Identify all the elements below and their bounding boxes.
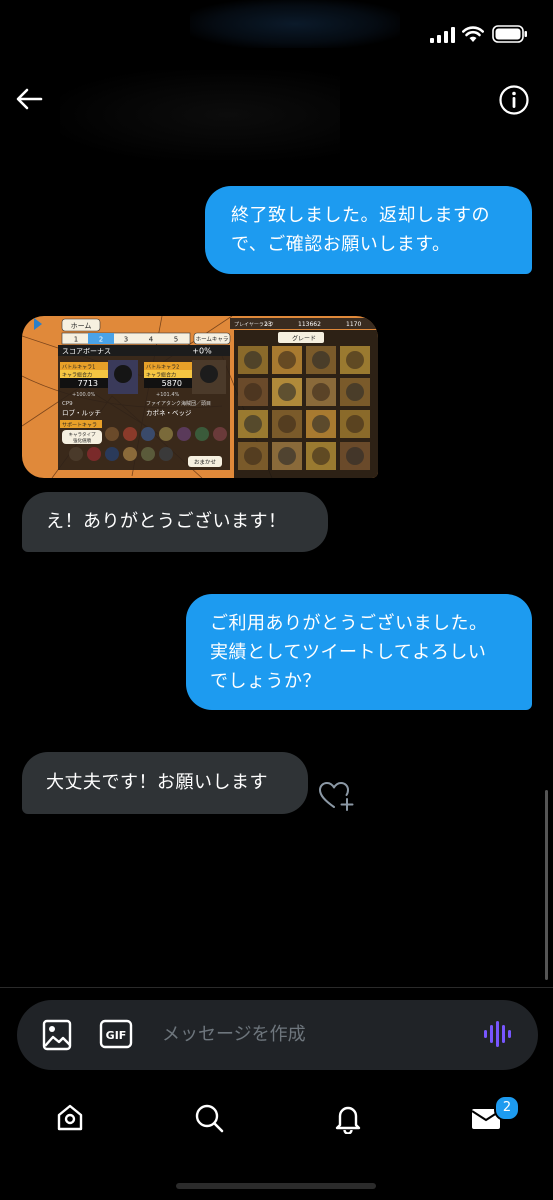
message-bubble-sent[interactable]: 終了致しました。返却しますの で、ご確認お願いします。: [205, 186, 532, 274]
svg-text:5870: 5870: [162, 379, 182, 388]
svg-text:3: 3: [124, 336, 128, 344]
message-bubble-sent[interactable]: ご利用ありがとうございました。 実績としてツイートしてよろしい でしょうか？: [186, 594, 532, 710]
status-bar-blur: [190, 0, 400, 48]
svg-text:ロブ・ルッチ: ロブ・ルッチ: [62, 408, 101, 417]
svg-text:23: 23: [264, 321, 272, 328]
image-icon[interactable]: [40, 1015, 76, 1053]
signal-icon: [430, 27, 455, 43]
heart-add-icon[interactable]: [318, 780, 356, 812]
home-icon: [57, 1104, 83, 1131]
svg-text:7713: 7713: [78, 379, 98, 388]
svg-text:113662: 113662: [298, 321, 321, 328]
scrollbar[interactable]: [545, 790, 548, 980]
tab-home[interactable]: [50, 1098, 90, 1138]
svg-text:2: 2: [99, 336, 103, 344]
conversation-header-blurred: [60, 70, 340, 160]
message-bubble-received[interactable]: 大丈夫です！お願いします: [22, 752, 308, 814]
message-bubble-received[interactable]: え！ありがとうございます！: [22, 492, 328, 552]
svg-text:バトルキャラ2: バトルキャラ2: [146, 365, 179, 371]
svg-text:+0%: +0%: [192, 347, 212, 356]
home-indicator: [176, 1183, 376, 1189]
svg-text:強化値順: 強化値順: [73, 437, 91, 444]
tab-search[interactable]: [189, 1098, 229, 1138]
info-icon: [499, 85, 529, 115]
tab-notifications[interactable]: [328, 1098, 368, 1138]
divider: [0, 987, 553, 988]
battery-icon: [492, 25, 527, 43]
gif-button[interactable]: GIF: [98, 1017, 134, 1051]
conversation-info-button[interactable]: [496, 82, 532, 118]
svg-text:4: 4: [149, 336, 154, 344]
message-image-attachment[interactable]: ホーム 1 2 3 4 5 ホームキャラ プレイヤーランク 23 113662 …: [22, 316, 378, 478]
game-auto-button: おまかせ: [194, 459, 217, 466]
message-line: え！ありがとうございます！: [46, 511, 287, 532]
svg-text:1: 1: [74, 336, 78, 344]
message-line: ご利用ありがとうございました。: [210, 613, 488, 634]
svg-text:1170: 1170: [346, 321, 361, 328]
message-line: で、ご確認お願いします。: [231, 234, 451, 255]
message-line: 大丈夫です！お願いします: [46, 772, 268, 793]
game-screenshot-image: ホーム 1 2 3 4 5 ホームキャラ プレイヤーランク 23 113662 …: [22, 316, 378, 478]
game-page-tabs: 1 2 3 4 5: [61, 332, 191, 345]
svg-text:バトルキャラ1: バトルキャラ1: [62, 365, 95, 371]
game-home-chara-button: ホームキャラ: [196, 336, 229, 343]
wifi-icon: [462, 26, 484, 42]
message-input[interactable]: [162, 1016, 462, 1052]
svg-text:スコアボーナス: スコアボーナス: [62, 348, 111, 356]
message-line: でしょうか？: [210, 671, 321, 692]
voice-wave-icon[interactable]: [482, 1018, 514, 1050]
game-tab-home: ホーム: [71, 322, 92, 330]
message-line: 実績としてツイートしてよろしい: [210, 642, 487, 663]
svg-text:5: 5: [174, 336, 178, 344]
svg-text:GIF: GIF: [106, 1029, 127, 1042]
svg-text:ファイアタンク海賊団／頭目: ファイアタンク海賊団／頭目: [146, 400, 211, 407]
svg-text:キャラタイプ: キャラタイプ: [69, 431, 96, 438]
back-arrow-icon: [16, 88, 43, 110]
search-icon: [195, 1104, 224, 1133]
svg-text:CP9: CP9: [62, 401, 73, 407]
svg-text:+101.4%: +101.4%: [156, 392, 180, 398]
svg-text:+100.0%: +100.0%: [72, 392, 96, 398]
gif-icon: GIF: [99, 1019, 133, 1049]
bell-icon: [335, 1106, 361, 1134]
message-line: 終了致しました。返却しますの: [231, 205, 490, 226]
back-button[interactable]: [10, 80, 48, 118]
svg-text:キャラ総合力: キャラ総合力: [62, 372, 92, 379]
svg-text:グレード: グレード: [292, 335, 316, 343]
svg-text:カポネ・ベッジ: カポネ・ベッジ: [146, 409, 192, 417]
messages-unread-badge: 2: [494, 1095, 520, 1121]
svg-text:サポートキャラ: サポートキャラ: [62, 422, 97, 429]
svg-text:キャラ総合力: キャラ総合力: [146, 372, 176, 379]
